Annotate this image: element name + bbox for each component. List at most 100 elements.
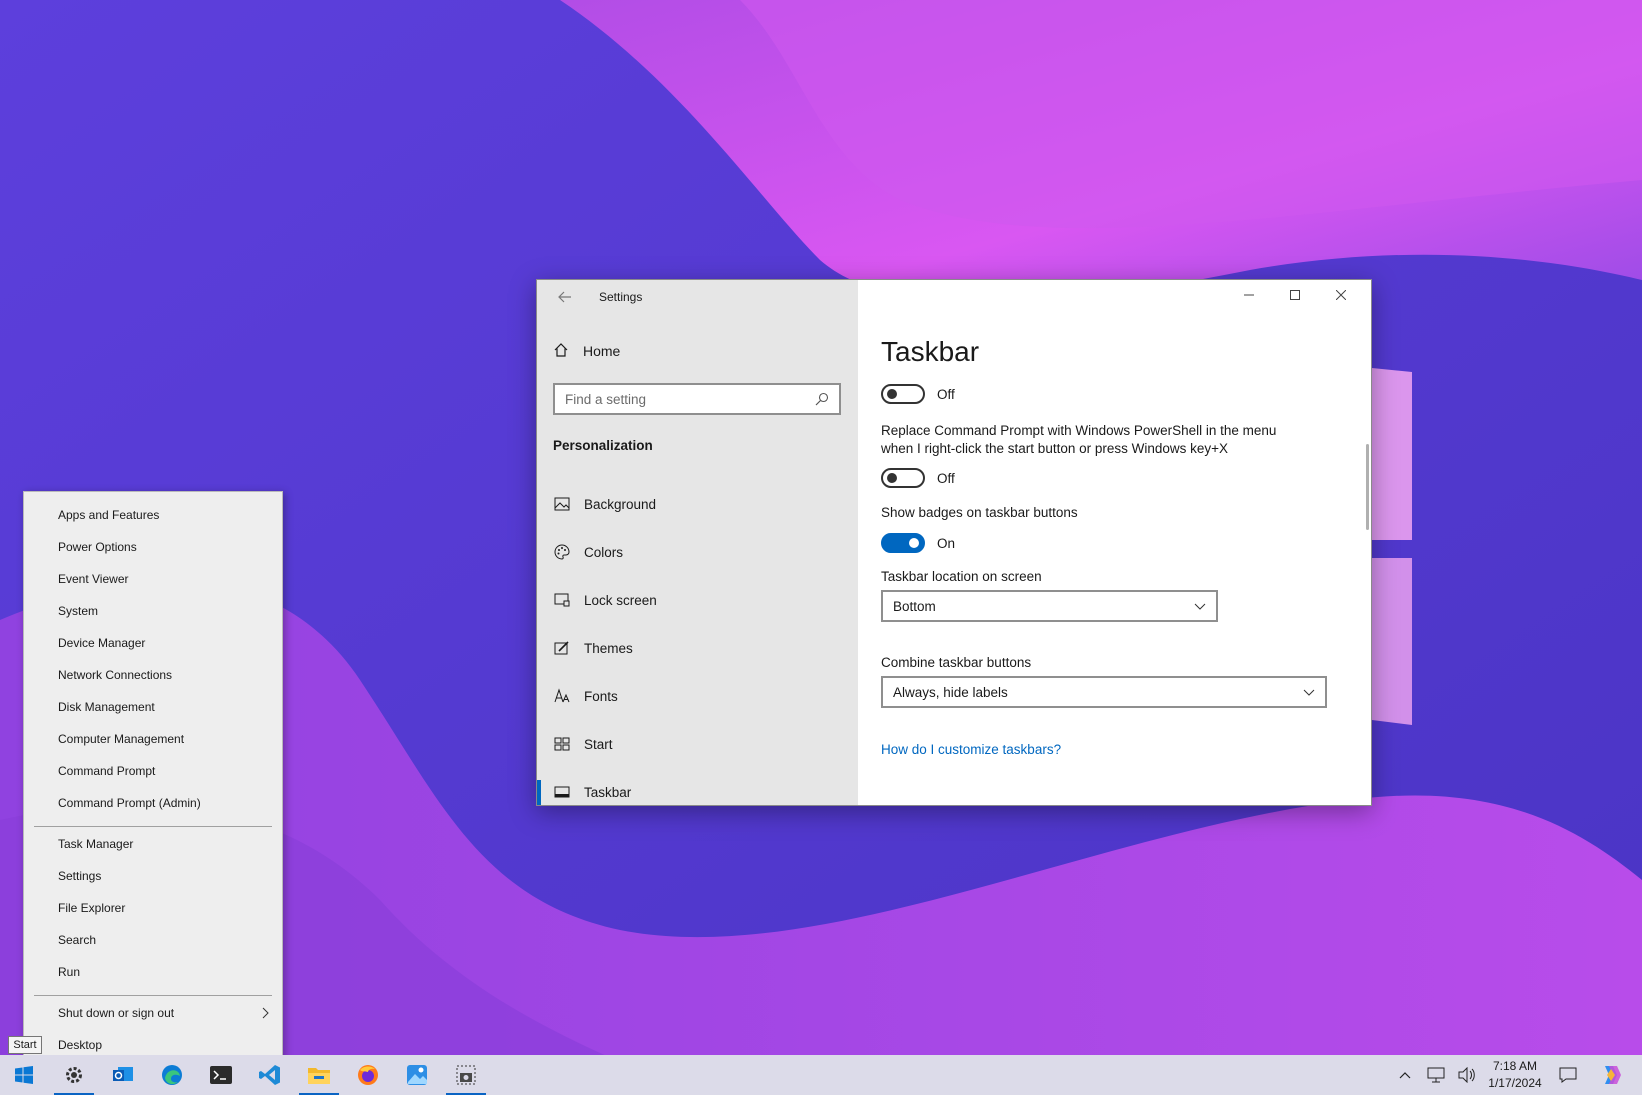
nav-item-background[interactable]: Background — [537, 480, 858, 528]
toggle-state-label: Off — [937, 386, 955, 402]
terminal-icon[interactable] — [197, 1055, 245, 1095]
minimize-icon — [1244, 287, 1254, 305]
menu-separator — [34, 995, 272, 996]
dropdown-value: Bottom — [893, 598, 936, 614]
menu-item-shut-down[interactable]: Shut down or sign out — [24, 999, 282, 1027]
menu-item-label: Shut down or sign out — [58, 1006, 175, 1020]
windows-start-icon[interactable] — [0, 1055, 48, 1095]
nav-item-label: Lock screen — [584, 592, 657, 608]
menu-item-search[interactable]: Search — [24, 926, 282, 954]
nav-item-lock-screen[interactable]: Lock screen — [537, 576, 858, 624]
chevron-down-icon — [1194, 599, 1206, 614]
combine-buttons-dropdown[interactable]: Always, hide labels — [881, 676, 1327, 708]
nav-item-themes[interactable]: Themes — [537, 624, 858, 672]
toggle-row-1: Off — [881, 384, 955, 404]
menu-item-run[interactable]: Run — [24, 958, 282, 986]
nav-item-taskbar[interactable]: Taskbar — [537, 768, 858, 805]
clock-date: 1/17/2024 — [1488, 1076, 1542, 1090]
home-label: Home — [583, 343, 621, 359]
menu-item-event-viewer[interactable]: Event Viewer — [24, 565, 282, 593]
volume-icon[interactable] — [1457, 1065, 1477, 1085]
settings-window: Settings Home Personalization Background… — [536, 279, 1372, 806]
clock-time: 7:18 AM — [1492, 1059, 1538, 1073]
picture-icon — [553, 496, 570, 513]
toggle-switch-1[interactable] — [881, 384, 925, 404]
nav-item-label: Background — [584, 496, 657, 512]
start-tiles-icon — [553, 736, 570, 753]
powershell-toggle[interactable] — [881, 468, 925, 488]
nav-item-label: Fonts — [584, 688, 618, 704]
nav-item-label: Taskbar — [584, 784, 632, 800]
snipping-tool-icon[interactable] — [442, 1055, 490, 1095]
close-button[interactable] — [1318, 280, 1364, 312]
toggle-row-powershell: Off — [881, 468, 955, 488]
back-arrow-icon[interactable] — [553, 288, 577, 312]
menu-item-file-explorer[interactable]: File Explorer — [24, 894, 282, 922]
start-tooltip: Start — [8, 1036, 42, 1054]
nav-home[interactable]: Home — [553, 340, 620, 362]
badges-setting-label: Show badges on taskbar buttons — [881, 505, 1078, 520]
dropdown-value: Always, hide labels — [893, 684, 1008, 700]
winx-context-menu: Apps and Features Power Options Event Vi… — [23, 491, 283, 1071]
copilot-icon[interactable] — [1598, 1062, 1624, 1088]
chevron-up-icon[interactable] — [1395, 1065, 1415, 1085]
fonts-icon — [553, 688, 570, 705]
palette-icon — [553, 544, 570, 561]
taskbar-location-dropdown[interactable]: Bottom — [881, 590, 1218, 622]
nav-item-fonts[interactable]: Fonts — [537, 672, 858, 720]
maximize-button[interactable] — [1272, 280, 1318, 312]
minimize-button[interactable] — [1226, 280, 1272, 312]
section-label: Personalization — [553, 438, 653, 453]
personalization-nav: Background Colors Lock screen Themes Fon… — [537, 480, 858, 805]
close-icon — [1335, 287, 1347, 305]
search-input[interactable] — [565, 391, 815, 407]
firefox-icon[interactable] — [344, 1055, 392, 1095]
menu-item-command-prompt[interactable]: Command Prompt — [24, 757, 282, 785]
menu-item-disk-management[interactable]: Disk Management — [24, 693, 282, 721]
file-explorer-icon[interactable] — [295, 1055, 343, 1095]
menu-item-power-options[interactable]: Power Options — [24, 533, 282, 561]
menu-separator — [34, 826, 272, 827]
menu-item-settings[interactable]: Settings — [24, 862, 282, 890]
toggle-state-label: Off — [937, 470, 955, 486]
combine-setting-label: Combine taskbar buttons — [881, 655, 1032, 670]
system-clock[interactable]: 7:18 AM 1/17/2024 — [1484, 1058, 1546, 1092]
chevron-right-icon — [262, 1007, 272, 1019]
settings-gear-icon[interactable] — [50, 1055, 98, 1095]
badges-toggle[interactable] — [881, 533, 925, 553]
nav-item-start[interactable]: Start — [537, 720, 858, 768]
page-title: Taskbar — [881, 336, 980, 367]
menu-item-task-manager[interactable]: Task Manager — [24, 830, 282, 858]
taskbar: 7:18 AM 1/17/2024 — [0, 1055, 1642, 1095]
settings-content: Taskbar Off Replace Command Prompt with … — [858, 280, 1371, 805]
toggle-row-badges: On — [881, 533, 955, 553]
menu-item-apps-features[interactable]: Apps and Features — [24, 501, 282, 529]
menu-item-system[interactable]: System — [24, 597, 282, 625]
location-setting-label: Taskbar location on screen — [881, 569, 1042, 584]
menu-item-device-manager[interactable]: Device Manager — [24, 629, 282, 657]
maximize-icon — [1290, 287, 1300, 305]
menu-item-network-connections[interactable]: Network Connections — [24, 661, 282, 689]
nav-item-label: Themes — [584, 640, 633, 656]
nav-item-label: Colors — [584, 544, 624, 560]
network-icon[interactable] — [1426, 1065, 1446, 1085]
vscode-icon[interactable] — [246, 1055, 294, 1095]
toggle-state-label: On — [937, 535, 956, 551]
customize-taskbars-link[interactable]: How do I customize taskbars? — [881, 742, 1061, 757]
outlook-icon[interactable] — [99, 1055, 147, 1095]
nav-item-colors[interactable]: Colors — [537, 528, 858, 576]
scrollbar-thumb[interactable] — [1366, 444, 1369, 530]
search-icon[interactable] — [815, 392, 829, 406]
edge-icon[interactable] — [148, 1055, 196, 1095]
themes-brush-icon — [553, 640, 570, 657]
photos-icon[interactable] — [393, 1055, 441, 1095]
find-setting-search[interactable] — [553, 383, 841, 415]
notification-icon[interactable] — [1558, 1065, 1578, 1085]
settings-sidebar: Settings Home Personalization Background… — [537, 280, 858, 805]
nav-item-label: Start — [584, 736, 613, 752]
menu-item-computer-management[interactable]: Computer Management — [24, 725, 282, 753]
taskbar-icon — [553, 784, 570, 801]
menu-item-command-prompt-admin[interactable]: Command Prompt (Admin) — [24, 789, 282, 817]
powershell-setting-label: Replace Command Prompt with Windows Powe… — [881, 423, 1277, 456]
lock-screen-icon — [553, 592, 570, 609]
